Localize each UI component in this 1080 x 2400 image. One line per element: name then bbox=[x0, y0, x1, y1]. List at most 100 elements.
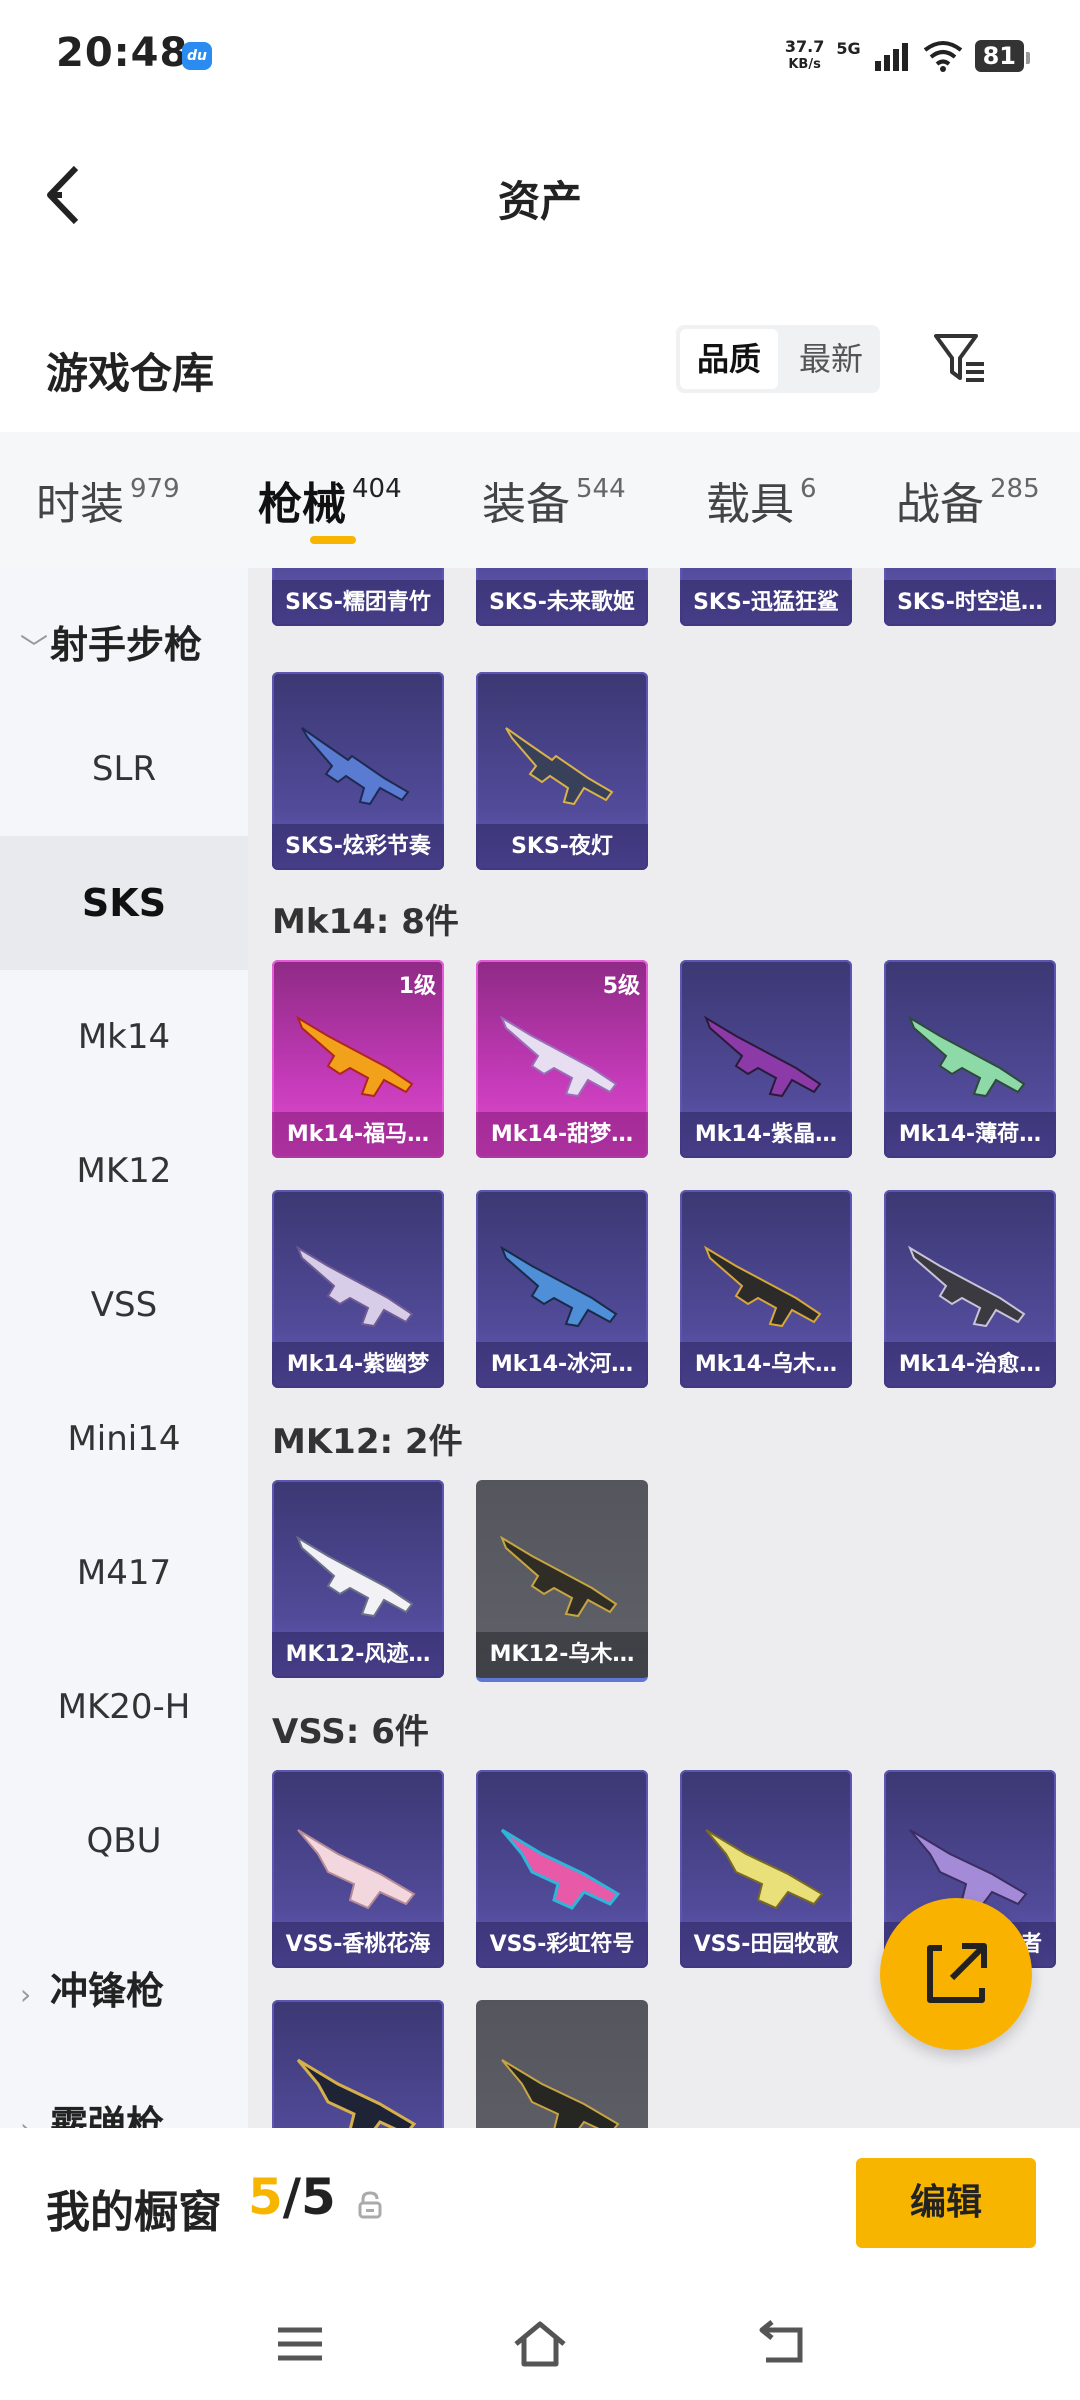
warehouse-row: 游戏仓库 品质 最新 bbox=[0, 320, 1080, 420]
skin-card[interactable]: SKS-糯团青竹 bbox=[272, 568, 444, 626]
edit-button[interactable]: 编辑 bbox=[856, 2158, 1036, 2248]
skin-card[interactable] bbox=[476, 2000, 648, 2128]
showcase-label: 我的橱窗 bbox=[46, 2187, 222, 2238]
sidebar-item-mini14[interactable]: Mini14 bbox=[0, 1372, 248, 1506]
skin-card[interactable]: 1级 Mk14-福马… bbox=[272, 960, 444, 1158]
skin-card[interactable]: SKS-夜灯 bbox=[476, 672, 648, 870]
sidebar-item-mk20h[interactable]: MK20-H bbox=[0, 1640, 248, 1774]
tab-firearms[interactable]: 枪械 404 bbox=[258, 468, 402, 532]
rifle-icon bbox=[907, 1245, 1026, 1328]
skin-name: VSS-香桃花海 bbox=[272, 1922, 444, 1968]
skin-card[interactable]: Mk14-紫幽梦 bbox=[272, 1190, 444, 1388]
sort-quality-button[interactable]: 品质 bbox=[680, 329, 778, 389]
rifle-icon bbox=[301, 727, 410, 806]
sidebar-item-vss[interactable]: VSS bbox=[0, 1238, 248, 1372]
tab-label: 装备 bbox=[482, 479, 570, 530]
tab-supplies[interactable]: 战备 285 bbox=[896, 468, 1040, 532]
rifle-icon bbox=[501, 2059, 620, 2128]
sort-newest-button[interactable]: 最新 bbox=[782, 325, 880, 393]
tab-vehicles[interactable]: 载具 6 bbox=[706, 468, 817, 532]
skin-name: MK12-乌木… bbox=[476, 1632, 648, 1678]
rifle-icon bbox=[295, 1245, 414, 1328]
skin-card[interactable]: VSS-彩虹符号 bbox=[476, 1770, 648, 1968]
rifle-icon bbox=[705, 1829, 824, 1910]
skin-card[interactable]: Mk14-治愈… bbox=[884, 1190, 1056, 1388]
menu-icon[interactable] bbox=[270, 2314, 330, 2374]
skin-card[interactable]: SKS-炫彩节奏 bbox=[272, 672, 444, 870]
skin-name: SKS-糯团青竹 bbox=[272, 580, 444, 626]
net-speed: 37.7 KB/s bbox=[785, 38, 824, 74]
skin-name: Mk14-薄荷… bbox=[884, 1112, 1056, 1158]
skin-card[interactable]: VSS-田园牧歌 bbox=[680, 1770, 852, 1968]
skin-name: SKS-时空追… bbox=[884, 580, 1056, 626]
skin-name: Mk14-紫晶… bbox=[680, 1112, 852, 1158]
tab-equipment[interactable]: 装备 544 bbox=[482, 468, 626, 532]
share-fab[interactable] bbox=[880, 1898, 1032, 2050]
sort-segmented-control: 品质 最新 bbox=[676, 325, 880, 393]
sidebar-item-sks[interactable]: SKS bbox=[0, 836, 248, 970]
skin-grid: SKS-糯团青竹 SKS-未来歌姬 SKS-迅猛狂鲨 SKS-时空追… SKS-… bbox=[248, 568, 1080, 2128]
chevron-right-icon: › bbox=[20, 2112, 50, 2128]
showcase-count: 5/5 bbox=[248, 2168, 336, 2226]
tab-label: 战备 bbox=[896, 479, 984, 530]
skin-card[interactable]: 5级 Mk14-甜梦… bbox=[476, 960, 648, 1158]
skin-card[interactable] bbox=[272, 2000, 444, 2128]
skin-name: VSS-田园牧歌 bbox=[680, 1922, 852, 1968]
tab-label: 载具 bbox=[706, 479, 794, 530]
skin-level: 1级 bbox=[398, 974, 436, 999]
rifle-icon bbox=[499, 1245, 618, 1328]
active-tab-indicator bbox=[310, 536, 356, 544]
skin-card[interactable]: SKS-时空追… bbox=[884, 568, 1056, 626]
skin-name: SKS-未来歌姬 bbox=[476, 580, 648, 626]
sidebar-group-smg[interactable]: › 冲锋枪 bbox=[20, 1960, 164, 2015]
tab-count: 285 bbox=[990, 474, 1040, 505]
status-bar: 20:48 du 37.7 KB/s 5G 81 bbox=[0, 0, 1080, 110]
tab-fashion[interactable]: 时装 979 bbox=[36, 468, 180, 532]
rifle-icon bbox=[703, 1245, 822, 1328]
external-link-icon bbox=[927, 1943, 987, 2003]
chevron-right-icon: › bbox=[20, 1978, 32, 2011]
rifle-icon bbox=[500, 1828, 621, 1910]
rifle-icon bbox=[297, 1829, 416, 1910]
signal-icon bbox=[874, 43, 908, 71]
skin-card[interactable]: Mk14-乌木… bbox=[680, 1190, 852, 1388]
skin-name: Mk14-治愈… bbox=[884, 1342, 1056, 1388]
skin-card[interactable]: MK12-风迹… bbox=[272, 1480, 444, 1678]
sidebar-group-shotgun[interactable]: ›霰弹枪 bbox=[20, 2094, 164, 2128]
back-icon[interactable] bbox=[752, 2314, 812, 2374]
skin-card[interactable]: Mk14-冰河… bbox=[476, 1190, 648, 1388]
section-mk12-label: MK12: 2件 bbox=[272, 1422, 463, 1462]
sidebar-item-mk14[interactable]: Mk14 bbox=[0, 970, 248, 1104]
rifle-icon bbox=[907, 1015, 1026, 1098]
showcase-count-current: 5 bbox=[248, 2168, 283, 2226]
system-nav-bar bbox=[0, 2278, 1080, 2400]
showcase-count-total: /5 bbox=[282, 2168, 336, 2226]
rifle-icon bbox=[505, 727, 614, 806]
tab-count: 544 bbox=[576, 474, 626, 505]
filter-icon[interactable] bbox=[930, 328, 990, 388]
rifle-icon bbox=[499, 1015, 618, 1098]
net-speed-unit: KB/s bbox=[788, 57, 821, 72]
skin-name: MK12-风迹… bbox=[272, 1632, 444, 1678]
sidebar-item-mk12[interactable]: MK12 bbox=[0, 1104, 248, 1238]
rifle-icon bbox=[295, 1015, 414, 1098]
skin-card[interactable]: MK12-乌木… bbox=[476, 1480, 648, 1682]
skin-name: SKS-迅猛狂鲨 bbox=[680, 580, 852, 626]
sidebar-item-qbu[interactable]: QBU bbox=[0, 1774, 248, 1908]
skin-card[interactable]: SKS-迅猛狂鲨 bbox=[680, 568, 852, 626]
sidebar-item-slr[interactable]: SLR bbox=[0, 702, 248, 836]
network-type: 5G bbox=[836, 38, 861, 58]
battery-icon: 81 bbox=[974, 40, 1031, 72]
skin-card[interactable]: Mk14-薄荷… bbox=[884, 960, 1056, 1158]
home-icon[interactable] bbox=[510, 2314, 570, 2374]
tab-count: 6 bbox=[800, 474, 817, 505]
skin-name: Mk14-冰河… bbox=[476, 1342, 648, 1388]
sidebar-group-label: 射手步枪 bbox=[50, 623, 203, 667]
sidebar-group-marksman[interactable]: ﹀射手步枪 bbox=[20, 614, 202, 669]
sidebar-item-m417[interactable]: M417 bbox=[0, 1506, 248, 1640]
skin-card[interactable]: VSS-香桃花海 bbox=[272, 1770, 444, 1968]
skin-name: Mk14-福马… bbox=[272, 1112, 444, 1158]
skin-card[interactable]: SKS-未来歌姬 bbox=[476, 568, 648, 626]
skin-name: Mk14-甜梦… bbox=[476, 1112, 648, 1158]
skin-card[interactable]: Mk14-紫晶… bbox=[680, 960, 852, 1158]
